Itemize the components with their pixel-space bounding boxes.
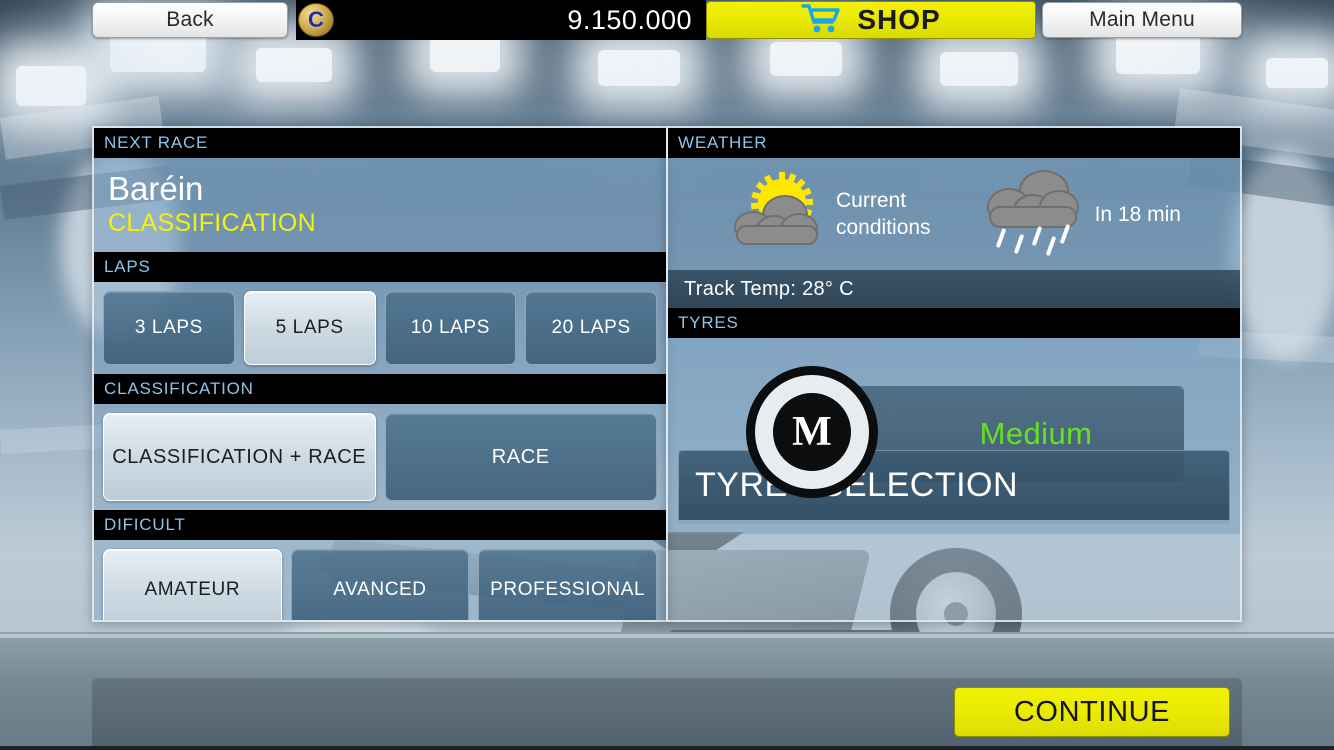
next-race-panel: NEXT RACE Baréin CLASSIFICATION LAPS 3 L… [92,126,668,622]
laps-option-5[interactable]: 5 LAPS [243,291,376,365]
main-menu-button[interactable]: Main Menu [1042,2,1242,38]
race-mode: CLASSIFICATION [108,209,316,237]
money-amount: 9.150.000 [567,4,692,35]
next-race-header-label: NEXT RACE [104,133,209,152]
tyre-compound-icon: M [746,366,878,498]
current-weather-line2: conditions [836,216,931,239]
next-race-header: NEXT RACE [94,128,666,158]
current-weather-line1: Current [836,189,907,212]
back-button[interactable]: Back [92,2,288,38]
laps-option-row: 3 LAPS 5 LAPS 10 LAPS 20 LAPS [94,282,666,374]
currency-strip: 9.150.000 [296,0,706,40]
screen-bottom-edge [0,746,1334,750]
weather-body: Current conditions In 18 min [668,158,1240,270]
weather-tyres-panel: WEATHER Current conditions In 18 min Tra… [666,126,1242,622]
track-temperature: Track Temp: 28° C [668,270,1240,308]
cloud-base [988,206,1077,228]
current-weather: Current conditions [728,172,931,251]
classification-option-row: CLASSIFICATION + RACE RACE [94,404,666,510]
rain-drop [995,227,1006,249]
dificult-option-professional[interactable]: PROFESSIONAL [478,549,658,620]
bottom-bar: CONTINUE [92,678,1242,748]
classification-option-race[interactable]: RACE [384,413,657,501]
tyres-header-label: TYRES [678,313,739,332]
dificult-option-row: AMATEUR AVANCED PROFESSIONAL [94,540,666,620]
cloud-base [736,225,818,245]
sun-behind-cloud-icon [728,172,824,251]
dificult-option-amateur[interactable]: AMATEUR [103,549,282,620]
dificult-header: DIFICULT [94,510,666,540]
tyres-body: Medium M TYRES SELECTION [668,338,1240,534]
weather-header-label: WEATHER [678,133,768,152]
dificult-option-avanced[interactable]: AVANCED [290,549,470,620]
rain-drop [1031,225,1042,247]
dificult-header-label: DIFICULT [104,515,186,534]
laps-option-20[interactable]: 20 LAPS [525,291,657,365]
top-bar: Back 9.150.000 C SHOP Main Menu [0,0,1334,40]
track-temperature-label: Track Temp: 28° C [684,277,854,300]
weather-header: WEATHER [668,128,1240,158]
laps-header: LAPS [94,252,666,282]
laps-header-label: LAPS [104,257,151,276]
forecast-weather: In 18 min [983,168,1181,260]
shopping-cart-icon [801,2,841,39]
coin-glyph: C [308,7,324,32]
rain-drop [1013,233,1024,255]
coin-icon: C [298,3,334,37]
classification-header-label: CLASSIFICATION [104,379,254,398]
continue-button[interactable]: CONTINUE [954,687,1230,737]
tyre-compound-initial: M [770,390,854,474]
shop-button[interactable]: SHOP [706,1,1036,39]
race-name: Baréin [108,170,204,207]
race-title-block: Baréin CLASSIFICATION [94,158,666,252]
rain-cloud-icon [983,168,1083,260]
classification-header: CLASSIFICATION [94,374,666,404]
rain-drop [1045,235,1056,257]
current-weather-label: Current conditions [836,187,931,241]
tyres-header: TYRES [668,308,1240,338]
laps-option-10[interactable]: 10 LAPS [384,291,517,365]
classification-option-classification-race[interactable]: CLASSIFICATION + RACE [103,413,376,501]
shop-button-label: SHOP [857,4,941,35]
continue-button-label: CONTINUE [1013,695,1171,728]
main-menu-button-label: Main Menu [1089,8,1195,31]
laps-option-3[interactable]: 3 LAPS [103,291,235,365]
forecast-weather-label: In 18 min [1094,202,1181,226]
tyre-compound-name: Medium [979,416,1093,451]
back-button-label: Back [166,8,214,31]
